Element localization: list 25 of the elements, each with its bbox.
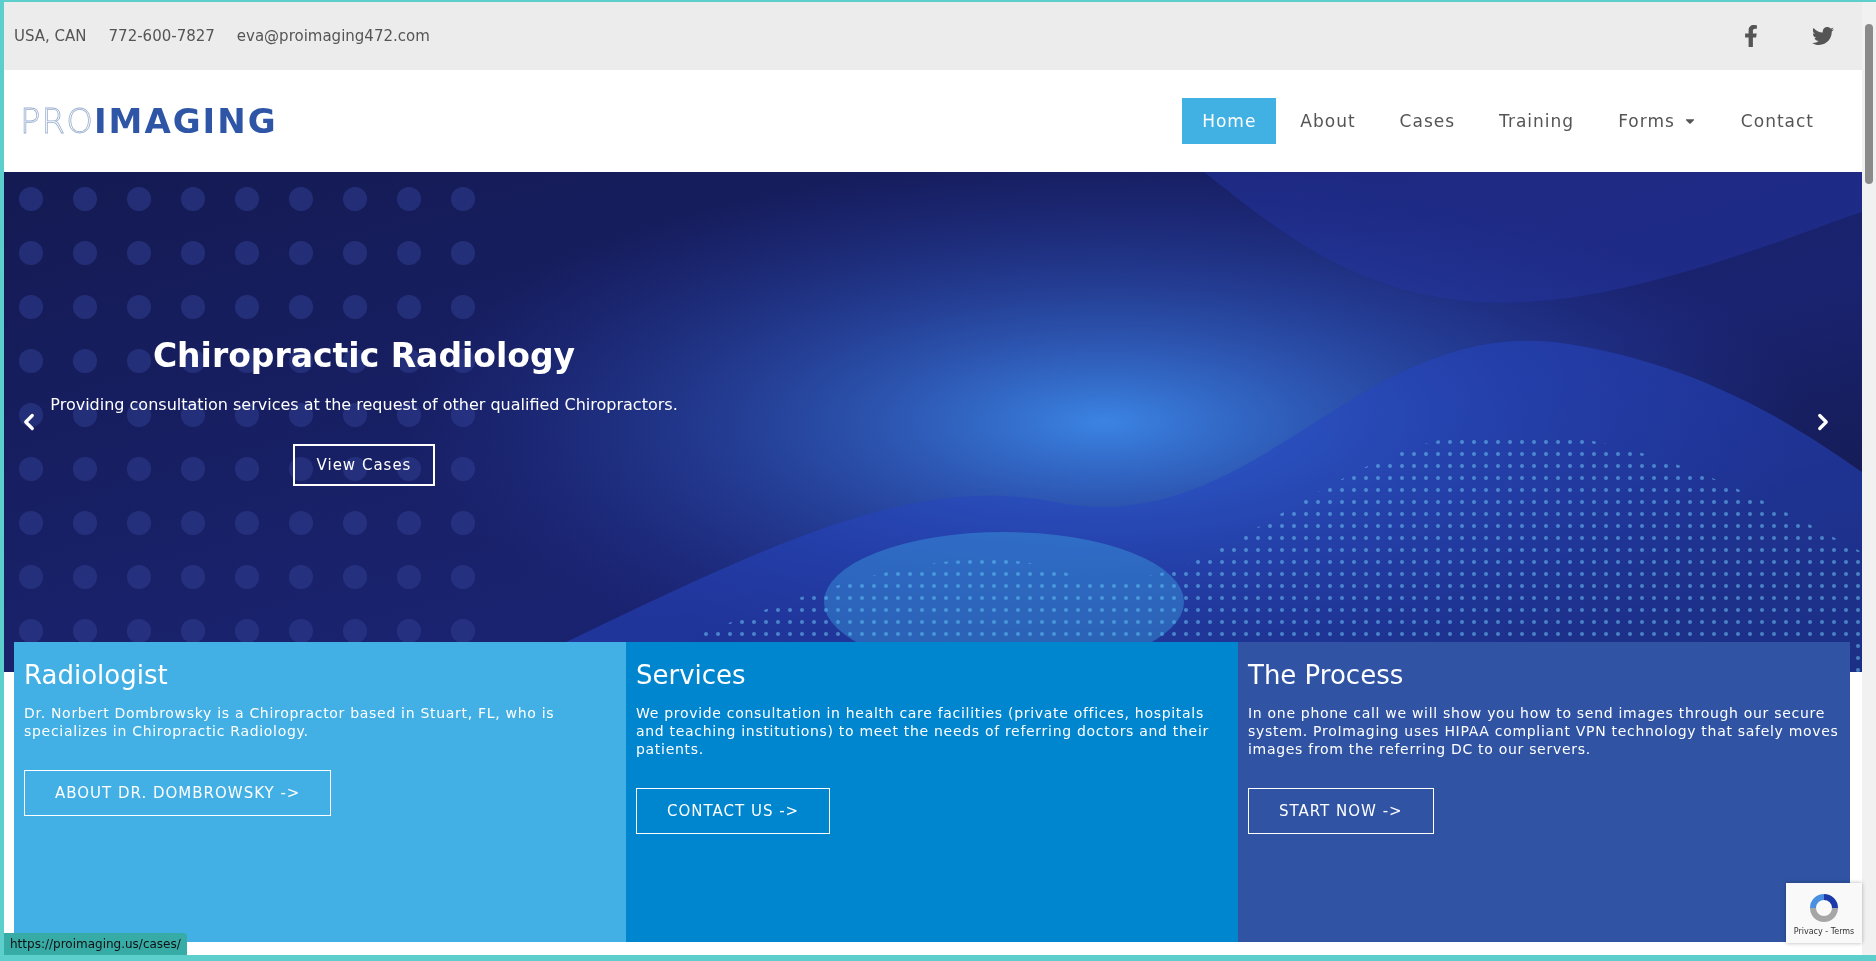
nav-link[interactable]: Training: [1479, 98, 1595, 144]
nav-link[interactable]: About: [1280, 98, 1376, 144]
privacy-terms-links[interactable]: Privacy - Terms: [1793, 926, 1855, 936]
panel-button[interactable]: START NOW ->: [1248, 788, 1434, 834]
status-url: https://proimaging.us/cases/: [4, 933, 187, 955]
logo[interactable]: PROIMAGING: [20, 104, 278, 138]
panel-title: The Process: [1248, 660, 1404, 690]
phone-text: 772-600-7827: [108, 27, 215, 45]
scrollbar[interactable]: [1862, 2, 1876, 955]
view-cases-button[interactable]: View Cases: [292, 444, 436, 486]
location-text: USA, CAN: [14, 27, 87, 45]
twitter-icon[interactable]: [1812, 25, 1834, 47]
panel-title: Radiologist: [24, 660, 168, 690]
panel-title: Services: [636, 660, 746, 690]
nav-link[interactable]: Cases: [1379, 98, 1476, 144]
recaptcha-badge[interactable]: Privacy - Terms: [1786, 883, 1862, 943]
panel-button[interactable]: CONTACT US ->: [636, 788, 831, 834]
nav-link[interactable]: Forms: [1598, 98, 1717, 144]
nav-link[interactable]: Contact: [1720, 98, 1834, 144]
panel-text: Dr. Norbert Dombrowsky is a Chiropractor based in Stuart, FL, who is specializes in Chiropractic Radiology.: [24, 704, 556, 740]
email-text: eva@proimaging472.com: [236, 27, 430, 45]
panel-text: In one phone call we will show you how to send images through our secure system. ProImaging uses HIPAA compliant VPN technology that safely moves images from the referring DC to our servers.: [1248, 704, 1840, 758]
hero-title: Chiropractic Radiology: [152, 336, 576, 375]
hero-subtitle: Providing consultation services at the request of other qualified Chiropractors.: [50, 395, 678, 414]
panel-text: We provide consultation in health care facilities (private offices, hospitals and teaching institutions) to meet the needs of referring doctors and their patients.: [636, 704, 1210, 758]
